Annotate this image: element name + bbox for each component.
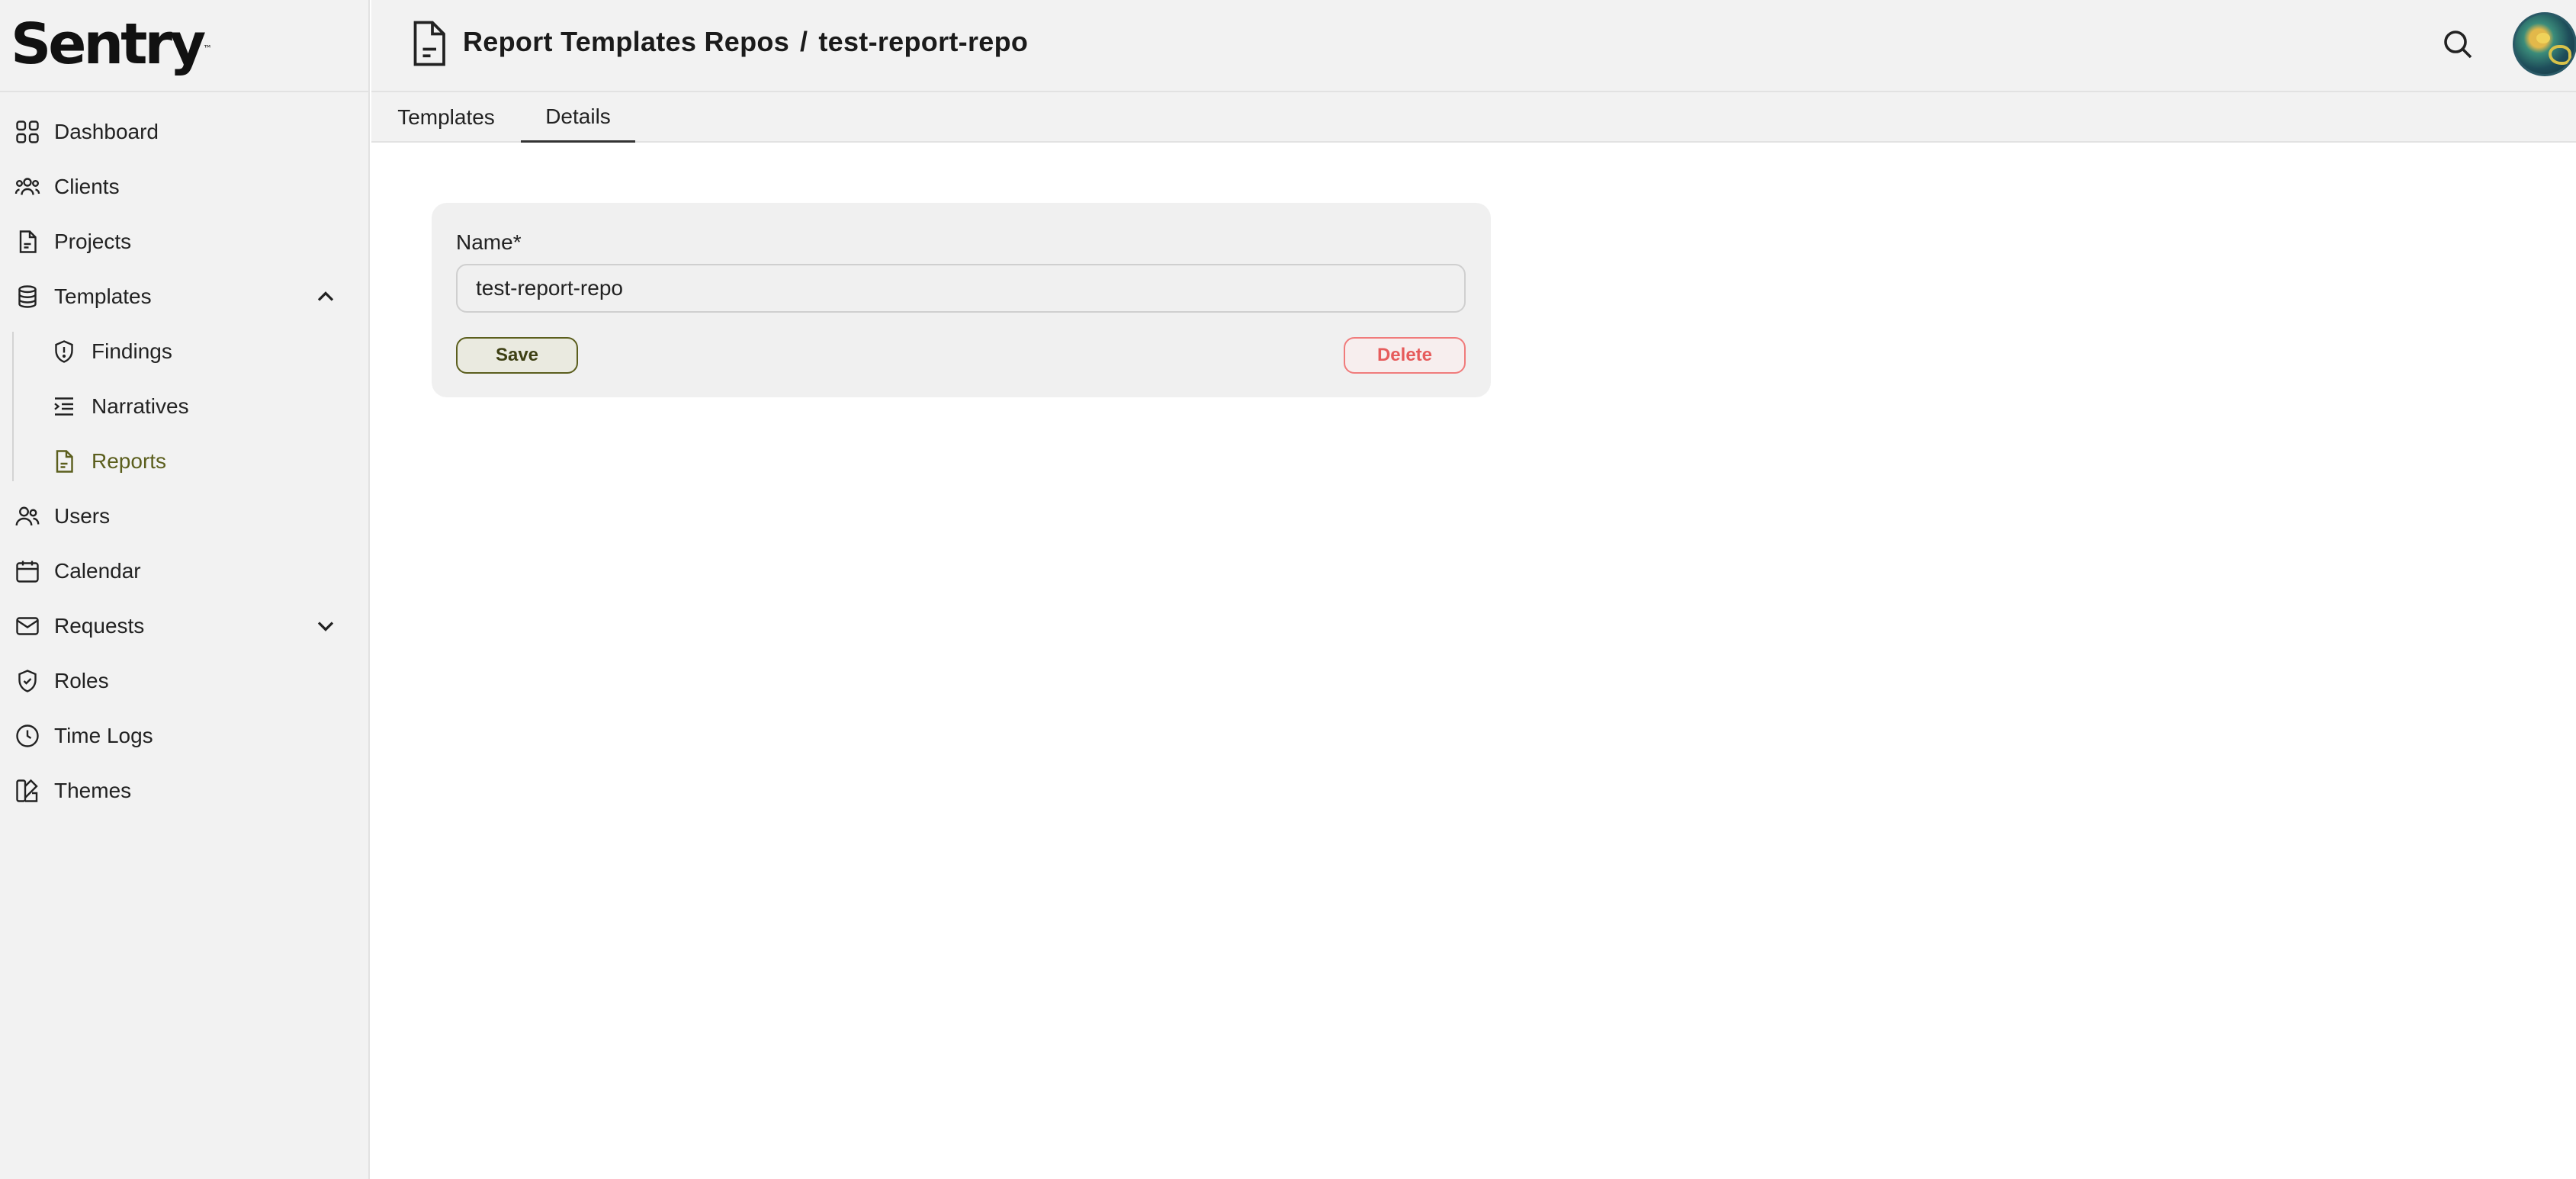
sidebar-item-dashboard[interactable]: Dashboard [0, 104, 370, 159]
sidebar-item-themes[interactable]: Themes [0, 763, 370, 818]
sentry-logo[interactable]: Sentry™ [11, 12, 212, 76]
sidebar-item-label: Requests [54, 614, 145, 638]
swatch-icon [12, 776, 43, 806]
sidebar-item-findings[interactable]: Findings [0, 324, 370, 379]
sidebar-item-time-logs[interactable]: Time Logs [0, 708, 370, 763]
sidebar-item-reports[interactable]: Reports [0, 434, 370, 489]
sidebar-item-narratives[interactable]: Narratives [0, 379, 370, 434]
templates-submenu: Findings Narratives Reports [0, 324, 370, 489]
name-field-label: Name* [456, 230, 522, 254]
clock-icon [12, 721, 43, 751]
breadcrumb-parent[interactable]: Report Templates Repos [463, 26, 789, 57]
sidebar-item-label: Templates [54, 284, 152, 308]
sidebar-item-roles[interactable]: Roles [0, 654, 370, 708]
users-group-icon [12, 172, 43, 202]
chevron-down-icon[interactable] [312, 612, 339, 640]
sidebar-item-label: Reports [92, 449, 167, 473]
sidebar-item-calendar[interactable]: Calendar [0, 544, 370, 599]
tab-details[interactable]: Details [521, 92, 635, 143]
sidebar-nav: Dashboard Clients Projects Templates Fin… [0, 104, 370, 818]
shield-check-icon [12, 666, 43, 696]
search-icon[interactable] [2439, 26, 2476, 63]
avatar-detail [2549, 45, 2571, 65]
save-button[interactable]: Save [456, 337, 578, 374]
breadcrumb: Report Templates Repos / test-report-repo [463, 26, 1028, 58]
sidebar-item-label: Clients [54, 175, 120, 198]
sidebar: Sentry™ Dashboard Clients Projects Templ… [0, 0, 370, 1179]
sidebar-divider [0, 91, 370, 92]
sidebar-item-label: Narratives [92, 394, 189, 418]
sidebar-item-label: Users [54, 504, 111, 528]
top-header: Report Templates Repos / test-report-repo [371, 0, 2576, 92]
sidebar-item-label: Projects [54, 230, 132, 253]
sidebar-item-label: Calendar [54, 559, 141, 583]
name-input[interactable] [456, 264, 1466, 313]
sidebar-item-projects[interactable]: Projects [0, 214, 370, 269]
grid-icon [12, 117, 43, 147]
tab-bar: Templates Details [371, 92, 2576, 143]
shield-alert-icon [49, 336, 79, 367]
sidebar-item-label: Time Logs [54, 724, 153, 747]
sidebar-item-label: Dashboard [54, 120, 159, 143]
breadcrumb-separator: / [800, 26, 808, 57]
sidebar-item-users[interactable]: Users [0, 489, 370, 544]
sidebar-item-requests[interactable]: Requests [0, 599, 370, 654]
sidebar-item-templates[interactable]: Templates [0, 269, 370, 324]
document-icon [413, 21, 445, 66]
app-root: Sentry™ Dashboard Clients Projects Templ… [0, 0, 2576, 1179]
calendar-icon [12, 556, 43, 586]
tab-templates[interactable]: Templates [371, 92, 521, 143]
avatar[interactable] [2513, 12, 2576, 76]
file-icon [12, 226, 43, 257]
users-icon [12, 501, 43, 532]
sidebar-item-label: Themes [54, 779, 132, 802]
breadcrumb-current: test-report-repo [818, 26, 1029, 57]
list-indent-icon [49, 391, 79, 422]
sidebar-item-label: Roles [54, 669, 109, 692]
sidebar-item-label: Findings [92, 339, 172, 363]
sidebar-item-clients[interactable]: Clients [0, 159, 370, 214]
database-icon [12, 281, 43, 312]
avatar-detail [2536, 33, 2550, 43]
mail-icon [12, 611, 43, 641]
chevron-up-icon[interactable] [312, 283, 339, 310]
details-form-card: Name* Save Delete [432, 203, 1491, 397]
file-text-icon [49, 446, 79, 477]
delete-button[interactable]: Delete [1344, 337, 1466, 374]
